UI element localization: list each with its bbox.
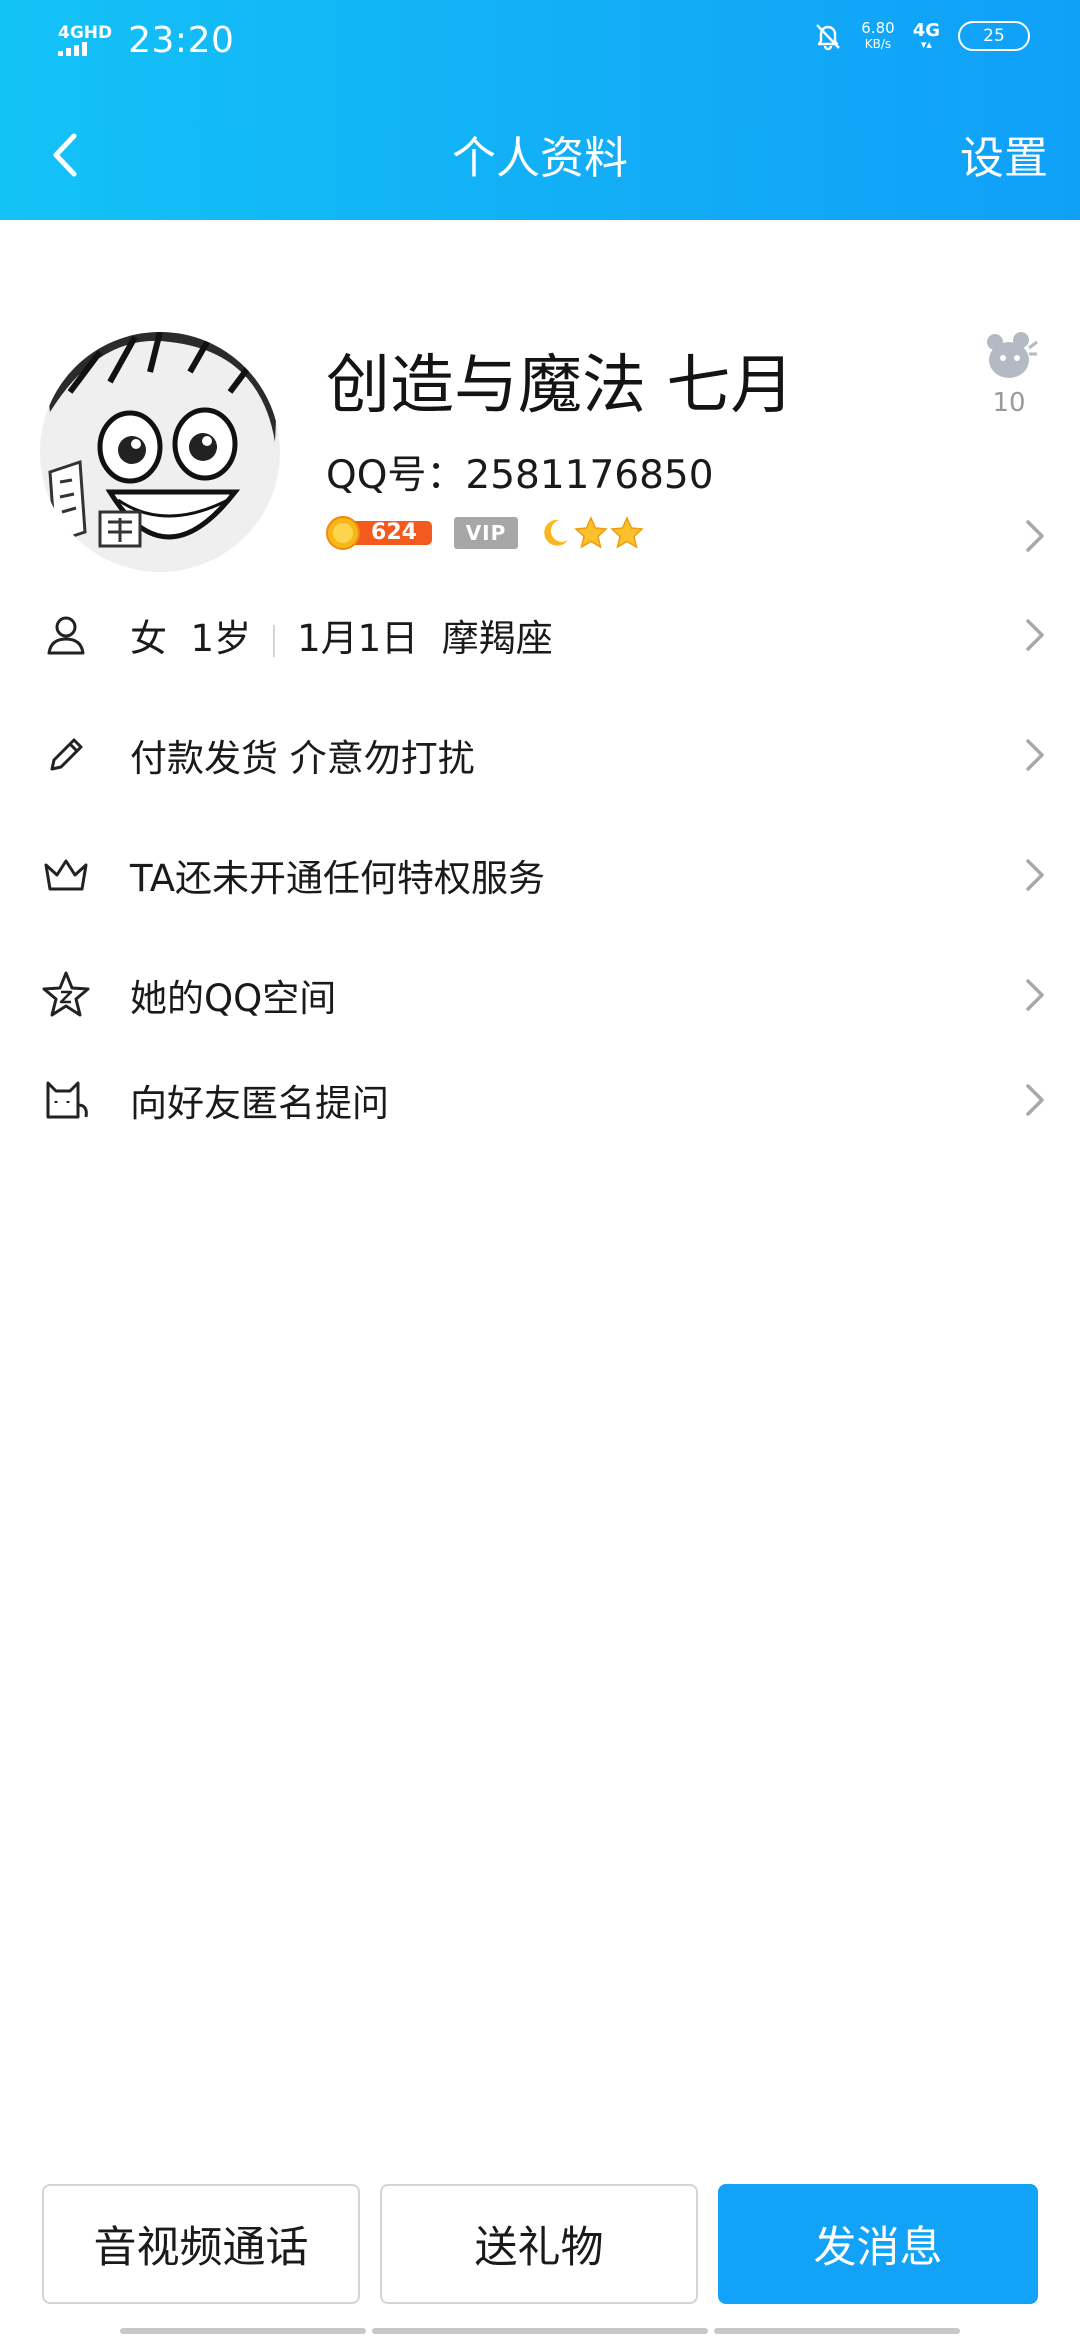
settings-button[interactable]: 设置 — [960, 122, 1048, 186]
pencil-icon — [40, 729, 92, 781]
qq-number-value: 2581176850 — [465, 453, 714, 498]
mute-bell-icon — [816, 24, 841, 51]
profile-card[interactable]: 创造与魔法 七月 QQ号：2581176850 624 VIP 10 — [0, 320, 1080, 580]
action-bar: 音视频通话 送礼物 发消息 — [0, 2180, 1080, 2310]
age: 1岁 — [190, 617, 252, 660]
av-call-button[interactable]: 音视频通话 — [42, 2184, 360, 2304]
mobile-data-indicator: 4G ▾▴ — [913, 22, 940, 51]
battery-icon: 25 — [958, 21, 1030, 51]
send-message-button[interactable]: 发消息 — [718, 2184, 1038, 2304]
vip-badge[interactable]: VIP — [454, 517, 518, 549]
divider — [273, 624, 276, 657]
page-title: 个人资料 — [452, 133, 628, 184]
send-gift-button[interactable]: 送礼物 — [380, 2184, 698, 2304]
gender: 女 — [130, 617, 167, 660]
data-arrows-icon: ▾▴ — [920, 38, 932, 51]
privilege-row[interactable]: TA还未开通任何特权服务 — [0, 825, 1080, 925]
qq-number: QQ号：2581176850 — [326, 444, 714, 500]
battery-level: 25 — [983, 26, 1005, 46]
clock: 23:20 — [128, 20, 235, 61]
signature-row[interactable]: 付款发货 介意勿打扰 — [0, 705, 1080, 805]
like-button[interactable]: 10 — [974, 328, 1044, 418]
nav-gesture-bar — [714, 2328, 960, 2334]
speed-unit: KB/s — [864, 37, 892, 51]
network-generation-label: 4GHD — [58, 23, 113, 43]
anonymous-question-text: 向好友匿名提问 — [130, 1082, 389, 1125]
header-bar: 4GHD 23:20 6.80 KB/s 4G ▾▴ 25 个人资料 设置 — [0, 0, 1080, 220]
star-icon — [574, 516, 608, 549]
coin-value: 624 — [371, 520, 417, 545]
chevron-right-icon — [1026, 979, 1044, 1011]
nav-gesture-bar — [120, 2328, 366, 2334]
badge-row: 624 VIP — [326, 516, 644, 550]
chevron-right-icon — [1026, 520, 1044, 552]
signal-indicator: 4GHD — [58, 25, 112, 56]
anonymous-question-row[interactable]: 向好友匿名提问 — [0, 1050, 1080, 1150]
cat-icon — [40, 1074, 92, 1126]
chevron-right-icon — [1026, 859, 1044, 891]
crown-icon — [40, 849, 92, 901]
signature-text: 付款发货 介意勿打扰 — [130, 737, 475, 780]
qq-level-icons[interactable] — [538, 516, 644, 550]
avatar-image — [40, 332, 280, 572]
basic-info-text: 女 1岁 1月1日 摩羯座 — [130, 608, 553, 662]
zodiac: 摩羯座 — [441, 617, 553, 660]
avatar[interactable] — [40, 332, 280, 572]
status-bar: 4GHD 23:20 6.80 KB/s 4G ▾▴ 25 — [0, 0, 1080, 80]
speed-value: 6.80 — [861, 19, 895, 37]
chevron-right-icon — [1026, 1084, 1044, 1116]
star-z-icon — [40, 969, 92, 1021]
qzone-text: 她的QQ空间 — [130, 977, 337, 1020]
like-mascot-icon — [987, 332, 1038, 378]
network-speed: 6.80 KB/s — [861, 20, 894, 52]
birthday: 1月1日 — [297, 617, 419, 660]
nav-bar: 个人资料 设置 — [0, 100, 1080, 210]
nav-gesture-bar — [372, 2328, 708, 2334]
person-icon — [40, 609, 92, 661]
qq-label: QQ号： — [326, 453, 466, 498]
like-count: 10 — [992, 388, 1026, 418]
star-icon — [610, 516, 644, 549]
qzone-row[interactable]: 她的QQ空间 — [0, 945, 1080, 1045]
nickname: 创造与魔法 七月 — [326, 349, 795, 423]
privilege-text: TA还未开通任何特权服务 — [130, 857, 546, 900]
basic-info-row[interactable]: 女 1岁 1月1日 摩羯座 — [0, 585, 1080, 685]
coin-badge[interactable]: 624 — [326, 516, 434, 550]
moon-icon — [544, 519, 568, 546]
chevron-right-icon — [1026, 739, 1044, 771]
chevron-right-icon — [1026, 619, 1044, 651]
